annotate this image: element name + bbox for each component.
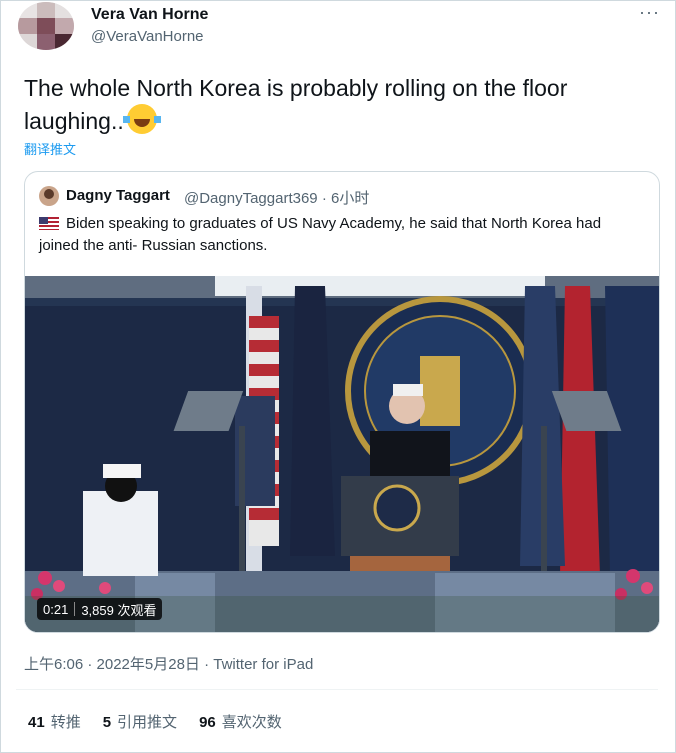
quoted-author-name[interactable]: Dagny Taggart xyxy=(66,187,170,204)
author-name[interactable]: Vera Van Horne xyxy=(91,6,208,24)
author-handle[interactable]: @VeraVanHorne xyxy=(91,28,204,45)
quoted-author-avatar[interactable] xyxy=(39,186,59,206)
quoted-author-handle: @DagnyTaggart369 xyxy=(184,190,318,207)
quote-count-value: 5 xyxy=(102,714,112,731)
tweet-timestamp[interactable]: 上午6:06 · 2022年5月28日 · Twitter for iPad xyxy=(24,653,313,674)
video-player[interactable]: 0:21 3,859 次观看 xyxy=(25,276,659,632)
retweet-label: 转推 xyxy=(50,714,81,731)
video-views: 3,859 次观看 xyxy=(81,602,157,618)
video-duration: 0:21 xyxy=(43,601,69,617)
face-with-tears-of-joy-icon xyxy=(122,104,161,134)
author-avatar[interactable] xyxy=(18,2,74,50)
translate-tweet-link[interactable]: 翻译推文 xyxy=(24,139,76,158)
retweet-count-value: 41 xyxy=(28,714,45,731)
retweet-count[interactable]: 41 转推 xyxy=(28,711,81,732)
like-count-value: 96 xyxy=(199,714,216,731)
tweet-text: The whole North Korea is probably rollin… xyxy=(24,72,654,137)
like-count[interactable]: 96 喜欢次数 xyxy=(199,711,282,732)
tweet-text-content: The whole North Korea is probably rollin… xyxy=(24,75,568,134)
quoted-tweet-text: Biden speaking to graduates of US Navy A… xyxy=(39,215,602,254)
badge-divider xyxy=(74,602,76,616)
quote-count[interactable]: 5 引用推文 xyxy=(103,711,177,732)
tweet-stats: 41 转推 5 引用推文 96 喜欢次数 xyxy=(28,711,304,732)
quoted-meta: @DagnyTaggart369 · 6小时 xyxy=(184,190,370,207)
quoted-time: 6小时 xyxy=(331,190,370,207)
video-info-badge: 0:21 3,859 次观看 xyxy=(37,598,163,620)
video-frame xyxy=(25,276,659,632)
quoted-tweet[interactable]: Dagny Taggart @DagnyTaggart369 · 6小时 Bid… xyxy=(24,171,660,633)
quote-label: 引用推文 xyxy=(117,714,178,731)
divider xyxy=(16,689,658,690)
like-label: 喜欢次数 xyxy=(221,714,282,731)
more-options-icon[interactable]: ··· xyxy=(639,2,660,23)
